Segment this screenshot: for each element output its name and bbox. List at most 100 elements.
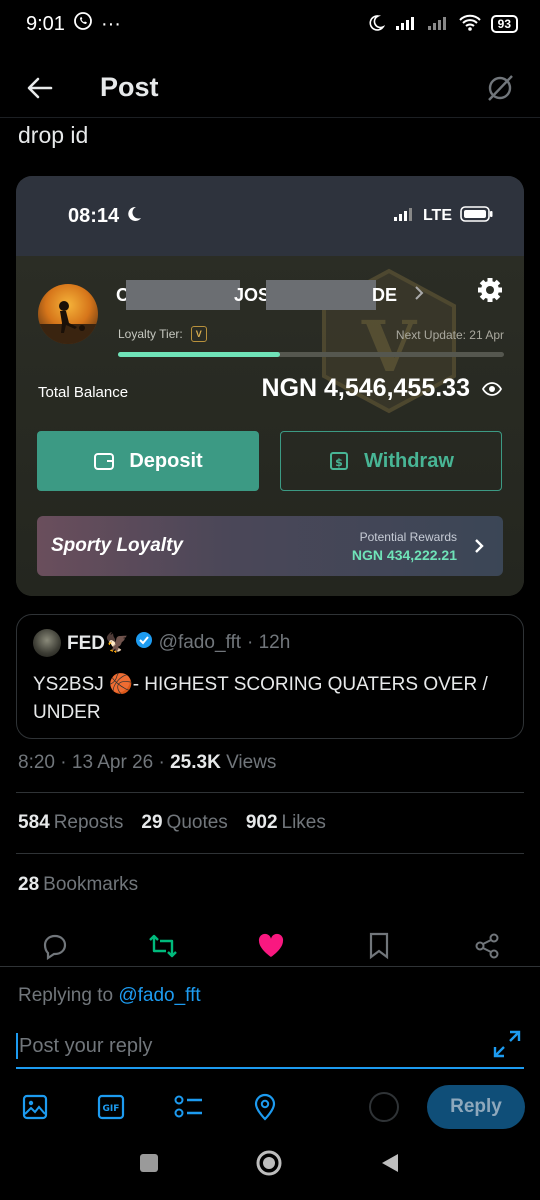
post-image[interactable]: 08:14 LTE V O JOS DE Loyalty Tier: V Nex… — [16, 176, 524, 596]
signal-icon — [395, 15, 417, 34]
reply-button[interactable]: Reply — [427, 1085, 525, 1129]
repost-icon — [149, 934, 177, 958]
bookmark-action-button[interactable] — [364, 931, 394, 961]
quoted-post-header: FED🦅 @fado_fft · 12h — [33, 629, 507, 657]
progress-fill — [118, 352, 281, 357]
gif-button[interactable]: GIF — [96, 1092, 126, 1122]
bookmarks-stat[interactable]: 28 Bookmarks — [18, 874, 138, 896]
page-title: Post — [100, 72, 159, 102]
chevron-right-icon — [413, 285, 425, 306]
bookmark-icon — [369, 932, 389, 960]
embedded-signal-icon — [393, 206, 415, 227]
signal-2-icon — [427, 15, 449, 34]
loyalty-progress-bar — [118, 352, 504, 357]
divider — [16, 792, 524, 793]
gif-icon: GIF — [97, 1094, 125, 1120]
settings-button[interactable] — [476, 276, 504, 309]
eye-icon[interactable] — [481, 374, 503, 403]
expand-icon — [493, 1030, 521, 1058]
embedded-time: 08:14 — [68, 204, 120, 227]
reposts-stat[interactable]: 584 Reposts — [18, 812, 123, 834]
verified-badge-icon — [135, 631, 153, 655]
replying-to: Replying to @fado_fft — [18, 985, 201, 1006]
triangle-back-icon — [382, 1153, 398, 1172]
comment-icon — [43, 934, 67, 960]
grok-icon — [488, 74, 513, 101]
image-icon — [22, 1094, 48, 1120]
embedded-status-bar: 08:14 LTE — [16, 176, 524, 256]
chevron-right-icon — [475, 539, 484, 553]
total-balance: NGN 4,546,455.33 — [262, 374, 503, 403]
withdraw-icon: $ — [330, 452, 349, 470]
text-caret — [16, 1033, 18, 1059]
withdraw-button[interactable]: $ Withdraw — [280, 431, 502, 491]
media-button[interactable] — [20, 1092, 50, 1122]
sporty-loyalty-banner[interactable]: Sporty Loyalty Potential Rewards NGN 434… — [37, 516, 503, 576]
embedded-moon-icon — [125, 205, 143, 228]
expand-composer-button[interactable] — [492, 1029, 522, 1059]
reply-input[interactable]: Post your reply — [16, 1029, 490, 1063]
quotes-stat[interactable]: 29 Quotes — [141, 812, 227, 834]
wallet-icon — [94, 453, 115, 470]
like-action-button[interactable] — [256, 931, 286, 961]
poll-icon — [174, 1095, 202, 1118]
post-text: drop id — [18, 122, 89, 148]
loyalty-tier: Loyalty Tier: V — [118, 326, 207, 342]
location-button[interactable] — [250, 1092, 280, 1122]
next-update: Next Update: 21 Apr — [395, 328, 504, 342]
back-button[interactable] — [20, 68, 60, 108]
circle-icon — [256, 1150, 282, 1175]
status-bar: 9:01 ··· 93 — [0, 0, 540, 48]
battery-icon: 93 — [490, 15, 518, 33]
replying-handle[interactable]: @fado_fft — [118, 985, 200, 1006]
composer-toolbar: GIF Reply — [0, 1085, 540, 1129]
redaction — [266, 280, 377, 310]
action-bar — [0, 928, 540, 964]
poll-button[interactable] — [174, 1092, 204, 1122]
location-pin-icon — [254, 1093, 276, 1121]
repost-action-button[interactable] — [148, 931, 178, 961]
quoted-time: · 12h — [247, 632, 291, 653]
gear-icon — [478, 278, 502, 302]
account-card: V O JOS DE Loyalty Tier: V Next Update: … — [16, 256, 524, 596]
home-button[interactable] — [255, 1149, 283, 1182]
recents-button[interactable] — [139, 1153, 159, 1178]
input-underline — [16, 1067, 524, 1069]
post-meta: 8:20 · 13 Apr 26 · 25.3K Views — [18, 752, 277, 773]
quoted-author-name: FED🦅 — [67, 633, 129, 654]
quoted-handle: @fado_fft — [158, 632, 241, 653]
grok-button[interactable] — [480, 68, 520, 108]
share-icon — [475, 933, 499, 959]
system-nav-bar — [0, 1140, 540, 1190]
avatar[interactable] — [38, 284, 98, 344]
loyalty-title: Sporty Loyalty — [51, 535, 183, 556]
embedded-battery-icon — [460, 205, 494, 227]
back-nav-button[interactable] — [379, 1152, 401, 1179]
character-counter — [369, 1092, 399, 1122]
status-time: 9:01 — [26, 12, 65, 35]
quoted-post[interactable]: FED🦅 @fado_fft · 12h YS2BSJ 🏀- HIGHEST S… — [16, 614, 524, 739]
engagement-stats: 584 Reposts 29 Quotes 902 Likes — [18, 812, 326, 834]
quoted-text: YS2BSJ 🏀- HIGHEST SCORING QUATERS OVER /… — [33, 674, 488, 723]
heart-icon — [258, 933, 284, 957]
tier-badge: V — [190, 326, 207, 342]
total-balance-label: Total Balance — [38, 384, 129, 401]
wifi-icon — [458, 14, 481, 35]
svg-text:GIF: GIF — [103, 1104, 120, 1114]
square-icon — [140, 1153, 158, 1172]
status-dots: ··· — [100, 12, 121, 35]
embedded-network: LTE — [422, 207, 452, 224]
reply-placeholder: Post your reply — [19, 1034, 153, 1057]
account-name[interactable]: O JOS DE — [116, 280, 425, 310]
quoted-avatar — [33, 629, 61, 657]
reply-action-button[interactable] — [40, 931, 70, 961]
share-action-button[interactable] — [472, 931, 502, 961]
arrow-left-icon — [27, 77, 53, 98]
likes-stat[interactable]: 902 Likes — [246, 812, 326, 834]
svg-text:$: $ — [335, 456, 343, 469]
post-header: Post — [0, 58, 540, 118]
moon-icon — [367, 14, 386, 35]
potential-rewards: Potential Rewards NGN 434,222.21 — [351, 529, 457, 563]
divider — [16, 853, 524, 854]
deposit-button[interactable]: Deposit — [37, 431, 259, 491]
